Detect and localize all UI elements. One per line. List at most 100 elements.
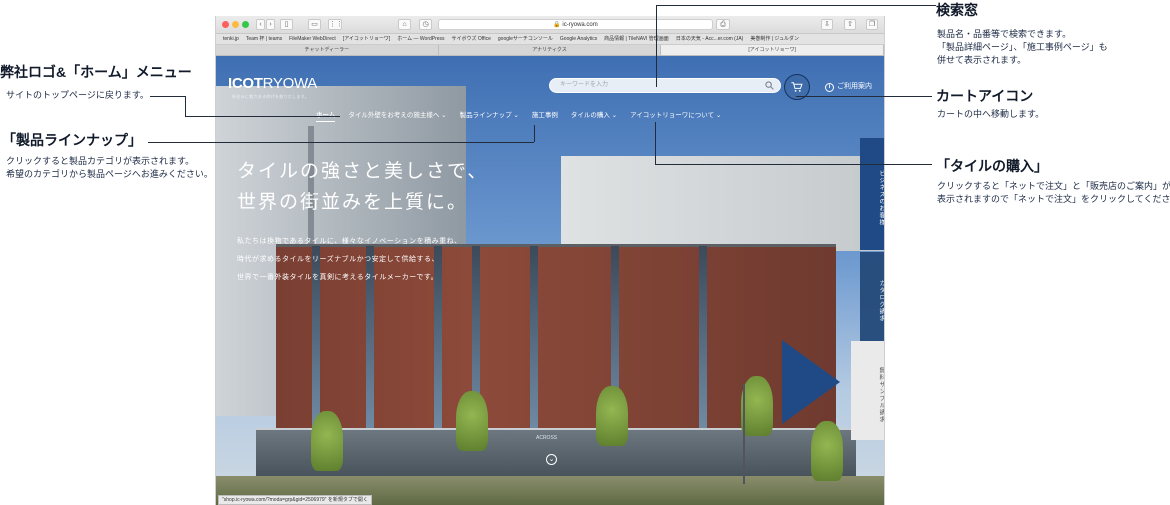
decorative-triangle [782,340,840,424]
tree [596,386,628,446]
back-icon[interactable]: ‹ [256,19,265,30]
annotation-buy-title: 「タイルの購入」 [936,158,1048,174]
callout-line-cart [796,96,932,97]
info-icon: i [825,83,834,92]
site-logo[interactable]: ICOTRYOWA [228,75,317,92]
facade-window [699,246,707,428]
nav-product-lineup[interactable]: 製品ラインナップ ⌄ [460,109,519,122]
annotation-search-body-2: 「製品詳細ページ」、「施工事例ページ」も [937,42,1108,52]
side-tab-free-sample[interactable]: 無料サンプル請求 [851,341,884,440]
bookmark-item[interactable]: FileMaker WebDirect [289,36,336,42]
tree [311,411,343,471]
nav-for-owners[interactable]: タイル外壁をお考えの施主様へ ⌄ [348,109,446,122]
nav-case-studies[interactable]: 施工事例 [532,109,558,122]
tab-analytics[interactable]: アナリティクス [439,45,662,55]
callout-line-buy [655,122,656,164]
usage-guide-label: ご利用案内 [837,83,872,90]
sidebar-icon[interactable]: ▯ [280,19,293,30]
scroll-down-icon[interactable]: ⌄ [546,454,557,465]
annotation-cart-body: カートの中へ移動します。 [937,109,1045,119]
building-sign: ACROSS [536,435,558,441]
callout-line-search [656,5,657,87]
annotation-buy-body-2: 表示されますので「ネットで注文」をクリックしてください。 [937,194,1170,204]
facade-window [530,246,538,428]
annotation-buy-body-1: クリックすると「ネットで注文」と「販売店のご案内」が [937,181,1170,191]
search-placeholder: キーワードを入力 [560,82,609,88]
browser-toolbar: ‹ › ▯ ▭ ⋮⋮ ⌂ ◷ 🔒 ic-ryowa.com ⎙ ⇩ ⇧ ❐ [216,16,884,34]
callout-line-logo [150,96,185,97]
tree [811,421,843,481]
apps-grid-icon[interactable]: ⋮⋮ [328,19,343,30]
home-icon[interactable]: ⌂ [398,19,411,30]
annotation-logo-title: 弊社ロゴ&「ホーム」メニュー [0,64,192,80]
hero-body-line-3: 世界で一番外装タイルを真剣に考えるタイルメーカーです。 [237,274,439,281]
annotation-lineup-title: 「製品ラインナップ」 [2,132,142,148]
share-icon[interactable]: ⇧ [844,19,856,30]
annotated-screenshot: ‹ › ▯ ▭ ⋮⋮ ⌂ ◷ 🔒 ic-ryowa.com ⎙ ⇩ ⇧ ❐ te… [0,0,1170,505]
hero-body-line-1: 私たちは換物であるタイルに、様々なイノベーションを積み重ね、 [237,238,462,245]
annotation-search-body-1: 製品名・品番等で検索できます。 [937,29,1072,39]
tabs-overview-icon[interactable]: ❐ [866,19,878,30]
reader-icon[interactable]: ▭ [308,19,321,30]
link-status-bar: "shop.ic-ryowa.com/?moda=grp&gid=2506979… [218,495,372,505]
bookmark-item[interactable]: tenki.jp [223,36,239,42]
download-icon[interactable]: ⇩ [821,19,833,30]
tree [741,376,773,436]
bookmark-item[interactable]: 美巻制作 | ジュルダン [750,36,799,42]
hero-title-line-1: タイルの強さと美しさで、 [237,160,489,182]
lock-icon: 🔒 [553,22,561,28]
callout-line-lineup [534,125,535,142]
usage-guide-link[interactable]: i ご利用案内 [825,81,872,92]
callout-line-logo [185,116,340,117]
bookmark-item[interactable]: 商品情報 | TileNAVI 管理画面 [604,36,669,42]
annotation-logo-body: サイトのトップページに戻ります。 [6,90,149,100]
search-icon[interactable] [765,81,774,90]
search-input[interactable]: キーワードを入力 [549,78,781,93]
logo-tagline: 街並みに魅力ある時代を創りだします。 [232,94,309,99]
url-text: ic-ryowa.com [562,22,598,28]
bookmark-item[interactable]: サイボウズ Office [452,36,491,42]
bookmarks-bar: tenki.jp Team 杯 | teams FileMaker WebDirec… [216,34,884,45]
tree [456,391,488,451]
main-navigation: ホーム タイル外壁をお考えの施主様へ ⌄ 製品ラインナップ ⌄ 施工事例 タイル… [316,109,721,122]
annotation-lineup-body-1: クリックすると製品カテゴリが表示されます。 [6,156,195,166]
close-window-icon[interactable] [222,21,229,28]
bookmark-item[interactable]: Google Analytics [560,36,597,42]
logo-thin-text: RYOWA [262,75,318,92]
tab-icot-ryowa[interactable]: [アイコットリョーワ] [661,45,884,55]
callout-line-search [656,5,936,6]
tab-bar: チャットディーラー アナリティクス [アイコットリョーワ] [216,45,884,56]
bookmark-item[interactable]: 日本の天気 - Acc...er.com (JA) [676,36,744,42]
hero-title-line-2: 世界の街並みを上質に。 [237,191,469,213]
callout-line-buy [655,164,932,165]
callout-line-logo [185,96,186,116]
address-bar[interactable]: 🔒 ic-ryowa.com [438,19,713,30]
annotation-lineup-body-2: 希望のカテゴリから製品ページへお進みください。 [6,169,213,179]
print-icon[interactable]: ⎙ [716,19,730,30]
browser-window: ‹ › ▯ ▭ ⋮⋮ ⌂ ◷ 🔒 ic-ryowa.com ⎙ ⇩ ⇧ ❐ te… [215,16,885,505]
nav-tile-purchase[interactable]: タイルの購入 ⌄ [571,109,617,122]
hero-description: 私たちは換物であるタイルに、様々なイノベーションを積み重ね、 時代が求めるタイル… [237,233,462,287]
website-viewport: ACROSS ICOTRYOWA 街並みに魅力ある時代を創りだします。 キーワー… [216,56,884,505]
tab-chat-dealer[interactable]: チャットディーラー [216,45,439,55]
history-icon[interactable]: ◷ [419,19,432,30]
bookmark-item[interactable]: [アイコットリョーワ] [343,36,391,42]
hero-body-line-2: 時代が求めるタイルをリーズナブルかつ安定して供給する、 [237,256,439,263]
annotation-cart-title: カートアイコン [936,88,1034,104]
street-lamp [743,384,745,484]
annotation-search-body-3: 併せて表示されます。 [937,55,1027,65]
zoom-window-icon[interactable] [242,21,249,28]
side-tab-business[interactable]: ビジネスのお客様 [860,138,884,250]
building-right [561,156,884,251]
hero-title: タイルの強さと美しさで、 世界の街並みを上質に。 [237,156,488,218]
bookmark-item[interactable]: Team 杯 | teams [246,36,282,42]
callout-line-lineup [148,142,534,143]
nav-about[interactable]: アイコットリョーワについて ⌄ [630,109,721,122]
minimize-window-icon[interactable] [232,21,239,28]
annotation-search-title: 検索窓 [936,2,978,18]
logo-bold-text: ICOT [228,75,263,92]
bookmark-item[interactable]: ホーム — WordPress [397,36,444,42]
forward-icon[interactable]: › [266,19,275,30]
bookmark-item[interactable]: googleサーチコンソール [498,36,553,42]
side-tab-catalog[interactable]: カタログ請求 [860,252,884,342]
